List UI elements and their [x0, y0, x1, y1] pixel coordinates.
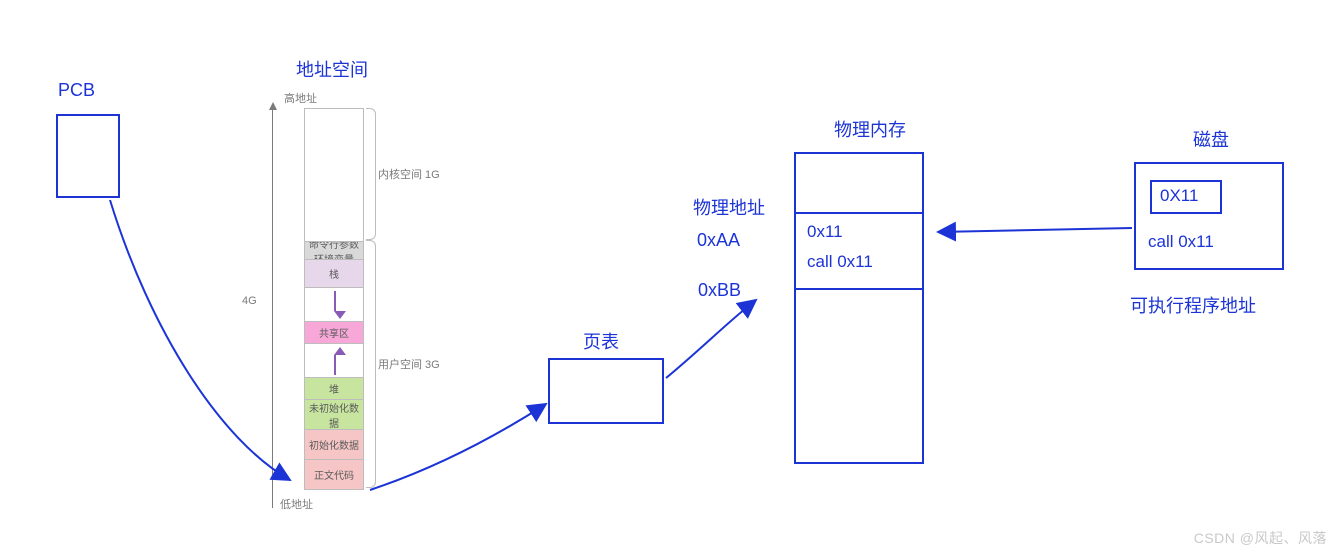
kernel-brace [366, 108, 376, 240]
high-addr-label: 高地址 [284, 90, 317, 106]
addr-seg: 未初始化数据 [305, 399, 363, 429]
addr-bb: 0xBB [698, 280, 741, 301]
addr-seg [305, 109, 363, 241]
user-3g-label: 用户空间 3G [378, 356, 440, 372]
arrows-overlay [0, 0, 1339, 556]
mem-line1: 0x11 [807, 222, 843, 242]
address-space-column: 命令行参数环境变量栈共享区堆未初始化数据初始化数据正文代码 [304, 108, 364, 490]
page-table-label: 页表 [583, 328, 619, 354]
disk-outer-box [1134, 162, 1284, 270]
address-axis [272, 108, 273, 508]
phys-addr-label: 物理地址 [693, 194, 765, 220]
mem-line2: call 0x11 [807, 252, 873, 272]
disk-label: 磁盘 [1193, 126, 1229, 152]
addr-seg: 栈 [305, 259, 363, 287]
address-space-label: 地址空间 [296, 56, 368, 82]
addr-seg: 命令行参数环境变量 [305, 241, 363, 259]
disk-inner-text: 0X11 [1160, 186, 1198, 206]
addr-seg [305, 287, 363, 321]
page-table-box [548, 358, 664, 424]
addr-seg [305, 343, 363, 377]
addr-seg: 正文代码 [305, 459, 363, 489]
size-4g-label: 4G [242, 295, 257, 307]
addr-seg: 共享区 [305, 321, 363, 343]
exe-addr-label: 可执行程序地址 [1130, 292, 1256, 318]
pcb-label: PCB [58, 80, 95, 101]
arrow-pagetable-to-physmem [666, 300, 756, 378]
addr-seg: 初始化数据 [305, 429, 363, 459]
addr-seg: 堆 [305, 377, 363, 399]
low-addr-label: 低地址 [280, 496, 313, 512]
phys-mem-label: 物理内存 [834, 116, 906, 142]
user-brace [366, 240, 376, 488]
phys-mem-box [794, 152, 924, 464]
kernel-1g-label: 内核空间 1G [378, 166, 440, 182]
disk-call-line: call 0x11 [1148, 232, 1214, 252]
address-space-diagram: 高地址 4G 命令行参数环境变量栈共享区堆未初始化数据初始化数据正文代码 内核空… [260, 90, 410, 520]
addr-aa: 0xAA [697, 230, 740, 251]
watermark: CSDN @风起、风落 [1194, 528, 1327, 548]
pcb-box [56, 114, 120, 198]
arrow-disk-to-physmem [938, 228, 1132, 232]
